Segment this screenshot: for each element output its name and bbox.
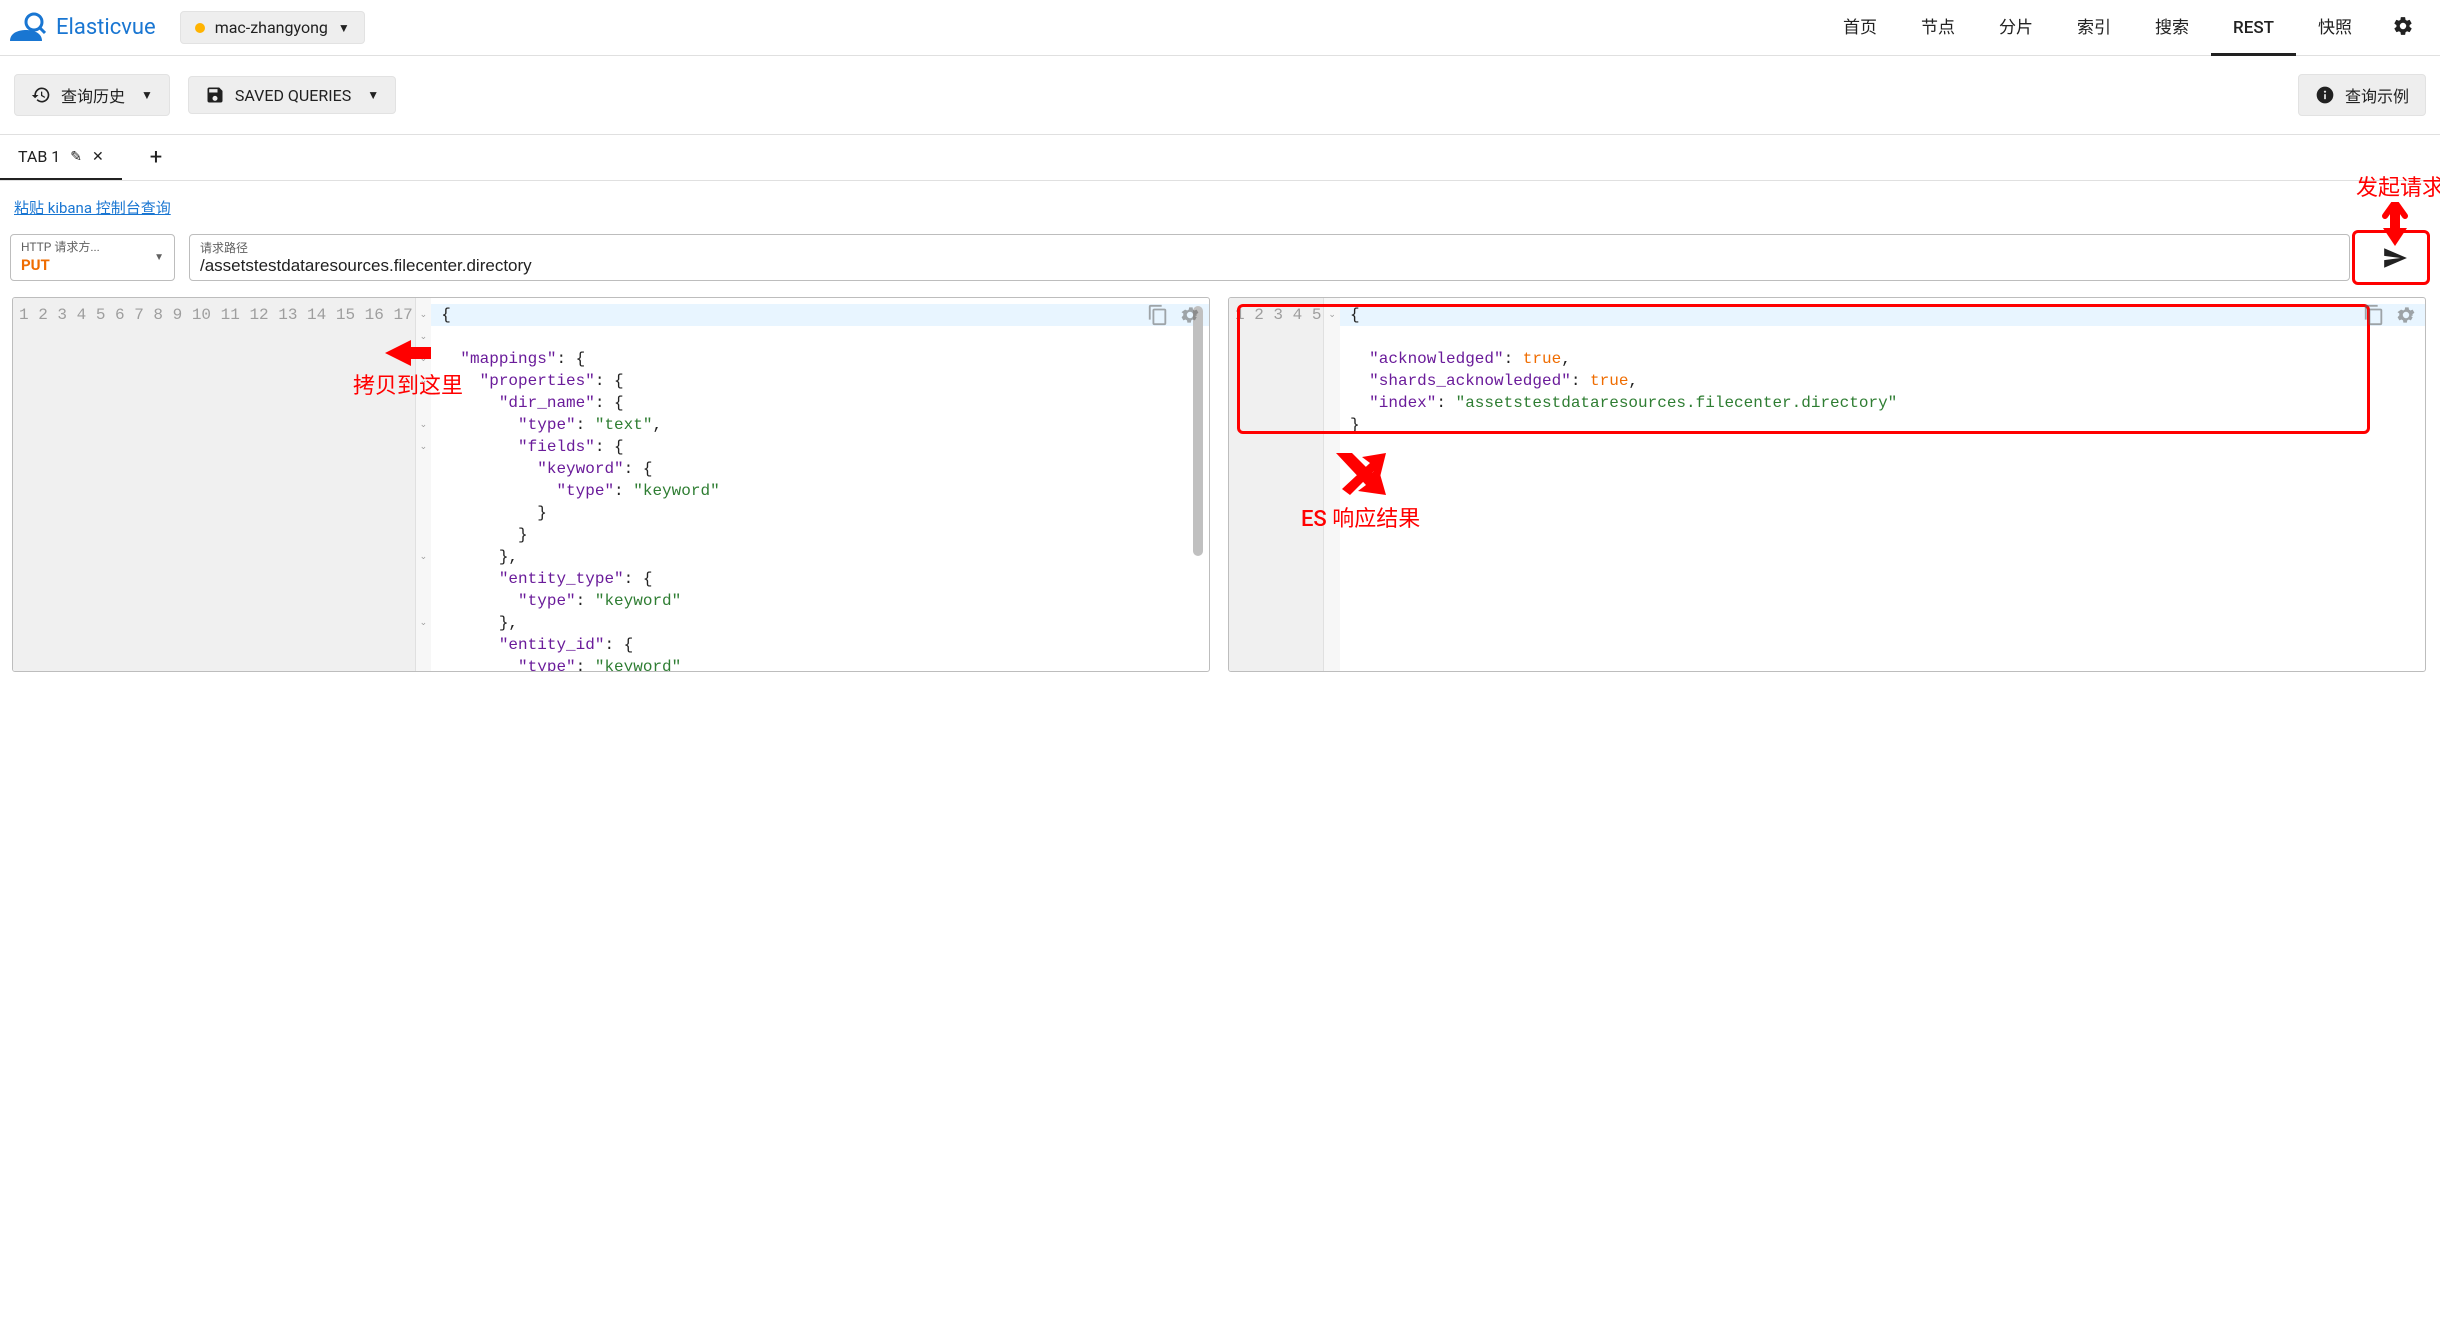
arrow-icon [385, 338, 431, 368]
save-icon [205, 85, 225, 105]
history-icon [31, 85, 51, 105]
toolbar: 查询历史 ▼ SAVED QUERIES ▼ 查询示例 [0, 56, 2440, 135]
tab-1[interactable]: TAB 1 ✎ ✕ [0, 135, 122, 180]
nav-snapshots[interactable]: 快照 [2296, 0, 2374, 56]
kibana-paste-link[interactable]: 粘贴 kibana 控制台查询 [14, 199, 171, 217]
nav-indices[interactable]: 索引 [2055, 0, 2133, 56]
gear-icon[interactable] [2395, 304, 2417, 326]
elasticvue-logo-icon [6, 8, 46, 48]
pencil-icon[interactable]: ✎ [70, 149, 82, 165]
scrollbar-thumb[interactable] [1193, 306, 1203, 556]
nav-links: 首页 节点 分片 索引 搜索 REST 快照 [1821, 0, 2432, 56]
tab-bar: TAB 1 ✎ ✕ + [0, 135, 2440, 181]
code-content: { "acknowledged": true, "shards_acknowle… [1340, 298, 2425, 671]
nav-shards[interactable]: 分片 [1977, 0, 2055, 56]
tab-label: TAB 1 [18, 147, 60, 166]
nav-nodes[interactable]: 节点 [1899, 0, 1977, 56]
http-method-label: HTTP 请求方... [21, 240, 100, 256]
annotation-send: 发起请求 [2356, 170, 2440, 246]
request-editor-actions [1147, 304, 1201, 326]
query-history-button[interactable]: 查询历史 ▼ [14, 74, 170, 116]
nav-rest[interactable]: REST [2211, 0, 2296, 56]
query-examples-button[interactable]: 查询示例 [2298, 74, 2426, 116]
chevron-down-icon: ▼ [367, 88, 379, 102]
gear-icon[interactable] [1179, 304, 1201, 326]
send-icon [2382, 245, 2408, 271]
response-editor-actions [2363, 304, 2417, 326]
chevron-down-icon: ▼ [338, 21, 350, 35]
query-history-label: 查询历史 [61, 83, 125, 107]
code-content[interactable]: { "mappings": { "properties": { "dir_nam… [431, 298, 1209, 671]
gear-icon [2392, 15, 2414, 37]
nav-search[interactable]: 搜索 [2133, 0, 2211, 56]
annotation-response-text: ES 响应结果 [1301, 501, 1420, 533]
add-tab-button[interactable]: + [132, 145, 180, 170]
arrow-icon [1336, 453, 1386, 495]
copy-icon[interactable] [2363, 304, 2385, 326]
close-icon[interactable]: ✕ [92, 149, 104, 165]
arrow-icon [2377, 202, 2413, 246]
http-method-select[interactable]: HTTP 请求方... PUT ▼ [10, 234, 175, 281]
annotation-copy-text: 拷贝到这里 [353, 368, 463, 400]
kibana-paste-link-row: 粘贴 kibana 控制台查询 [0, 181, 2440, 228]
chevron-down-icon: ▼ [141, 88, 153, 102]
request-path-label: 请求路径 [200, 239, 2339, 256]
query-examples-label: 查询示例 [2345, 83, 2409, 107]
annotation-send-text: 发起请求 [2356, 170, 2440, 202]
saved-queries-button[interactable]: SAVED QUERIES ▼ [188, 76, 396, 114]
navbar: Elasticvue mac-zhangyong ▼ 首页 节点 分片 索引 搜… [0, 0, 2440, 56]
response-editor: ES 响应结果 1 2 3 4 5 ⌄ { "acknowledged": tr… [1228, 297, 2426, 672]
info-icon [2315, 85, 2335, 105]
brand-name: Elasticvue [56, 15, 156, 40]
annotation-response: ES 响应结果 [1301, 453, 1420, 533]
request-path-field[interactable]: 请求路径 [189, 234, 2350, 281]
brand[interactable]: Elasticvue [0, 8, 180, 48]
cluster-name: mac-zhangyong [215, 18, 328, 37]
cluster-status-dot-icon [195, 23, 205, 33]
annotation-copy-here: 拷贝到这里 [353, 338, 463, 400]
chevron-down-icon: ▼ [154, 252, 164, 263]
request-body-editor[interactable]: 拷贝到这里 1 2 3 4 5 6 7 8 9 10 11 12 13 14 1… [12, 297, 1210, 672]
copy-icon[interactable] [1147, 304, 1169, 326]
editors-row: 拷贝到这里 1 2 3 4 5 6 7 8 9 10 11 12 13 14 1… [0, 291, 2440, 682]
request-path-input[interactable] [200, 256, 2339, 276]
request-row: HTTP 请求方... PUT ▼ 请求路径 [0, 228, 2440, 291]
cluster-selector[interactable]: mac-zhangyong ▼ [180, 11, 365, 44]
saved-queries-label: SAVED QUERIES [235, 86, 351, 105]
settings-button[interactable] [2374, 15, 2432, 41]
http-method-value: PUT [21, 256, 100, 276]
nav-home[interactable]: 首页 [1821, 0, 1899, 56]
